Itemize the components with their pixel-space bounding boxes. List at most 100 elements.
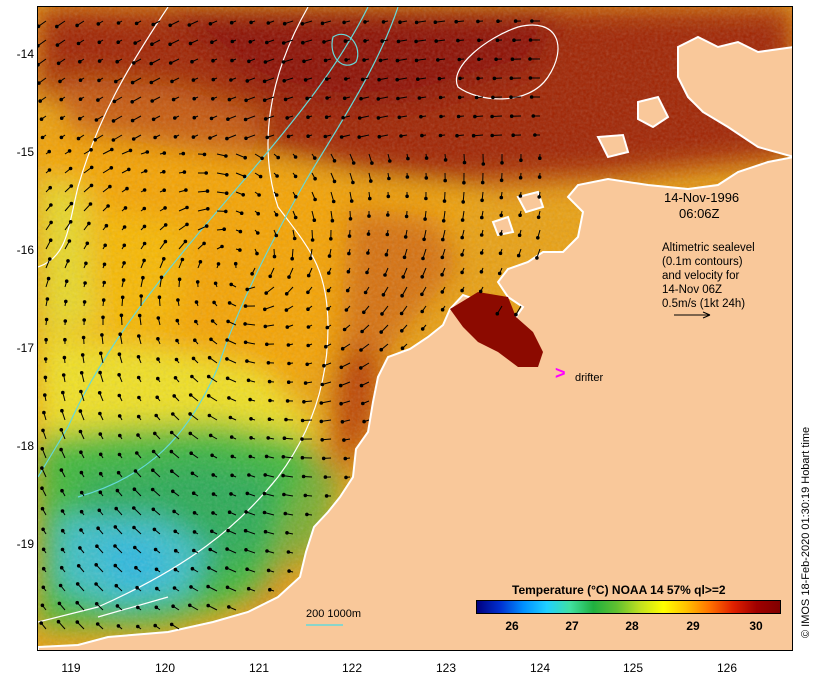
velocity-arrow-head [440,255,445,260]
velocity-arrow-head [263,307,267,312]
velocity-arrow-head [406,156,410,161]
velocity-arrow-head [402,255,407,260]
velocity-arrow-head [319,419,324,424]
velocity-arrow-head [327,254,332,258]
velocity-arrow-head [137,313,142,318]
velocity-arrow-head [227,301,232,305]
velocity-arrow-head [209,116,214,121]
velocity-arrow-head [433,20,438,24]
velocity-arrow-head [377,134,382,139]
velocity-arrow-head [329,237,333,241]
velocity-arrow-head [395,77,400,82]
velocity-arrow-head [42,410,46,415]
velocity-arrow-head [424,196,428,201]
velocity-arrow-head [529,95,534,99]
temperature-colorbar [476,600,781,614]
velocity-arrow-head [281,455,286,459]
velocity-arrow-head [101,298,106,302]
velocity-arrow-head [156,337,160,341]
velocity-arrow-head [342,20,346,25]
velocity-arrow-head [79,509,84,514]
velocity-arrow-head [492,76,497,81]
velocity-arrow-head [162,188,166,192]
velocity-arrow-head [43,357,48,361]
velocity-arrow-head [141,275,145,280]
velocity-arrow-head [258,174,263,179]
velocity-arrow-head [293,215,298,220]
velocity-arrow-head [388,159,392,163]
velocity-arrow-head [210,453,214,458]
velocity-arrow-head [132,487,137,492]
velocity-arrow-head [225,338,229,342]
velocity-arrow-head [40,603,45,608]
velocity-arrow-head [229,435,234,439]
velocity-arrow-head [266,436,270,440]
velocity-arrow-head [414,20,419,25]
velocity-arrow-head [512,38,516,43]
velocity-arrow-head [49,220,53,225]
velocity-arrow-head [96,526,100,531]
velocity-arrow-head [262,98,267,102]
velocity-arrow-head [476,76,480,81]
velocity-arrow-head [110,147,114,152]
velocity-arrow-head [262,79,267,84]
velocity-arrow-head [302,400,306,404]
velocity-arrow-head [76,41,81,46]
velocity-arrow-head [274,213,279,217]
velocity-arrow-head [476,19,480,24]
velocity-arrow-head [59,447,63,452]
velocity-arrow-head [188,41,193,46]
velocity-arrow-head [276,155,280,160]
velocity-arrow-head [172,394,176,398]
velocity-arrow-head [60,509,65,513]
velocity-arrow-head [100,333,104,337]
velocity-arrow-head [145,150,150,154]
velocity-arrow-head [106,204,110,208]
velocity-arrow-head [151,507,156,512]
velocity-arrow-head [96,22,101,26]
velocity-arrow-head [150,487,155,492]
velocity-arrow-head [150,42,154,47]
velocity-arrow-head [134,21,139,26]
velocity-arrow-head [117,393,122,398]
velocity-arrow-head [168,42,172,47]
velocity-arrow-head [518,175,523,180]
velocity-arrow-head [170,469,174,474]
velocity-arrow-head [282,492,286,497]
velocity-arrow-head [59,565,64,570]
velocity-arrow-head [130,80,135,85]
velocity-arrow-head [331,199,336,204]
velocity-arrow-head [190,59,194,64]
velocity-arrow-head [537,175,542,179]
velocity-arrow-head [75,23,79,28]
velocity-arrow-head [56,619,61,624]
velocity-arrow-head [381,293,386,297]
velocity-arrow-head [226,319,230,324]
velocity-arrow-head [342,327,347,332]
lat-tick: -14 [16,47,34,61]
velocity-arrow-head [205,189,210,193]
velocity-arrow-head [225,547,229,551]
velocity-arrow-head [120,295,125,300]
altimetry-line-1: Altimetric sealevel [662,242,755,254]
velocity-arrow-head [190,471,195,476]
velocity-arrow-head [344,475,348,480]
velocity-arrow-head [248,40,253,44]
velocity-arrow-head [282,79,286,83]
velocity-arrow-head [109,166,114,170]
lon-tick: 122 [341,661,363,675]
velocity-arrow-head [78,409,83,413]
velocity-arrow-head [344,308,349,312]
velocity-arrow-head [306,290,310,295]
velocity-arrow-head [238,248,242,252]
velocity-arrow-head [479,251,484,255]
velocity-arrow-head [471,133,476,138]
velocity-arrow-head [238,229,243,234]
velocity-arrow-head [63,337,67,342]
velocity-arrow-head [136,375,141,380]
velocity-arrow-head [537,195,542,199]
velocity-arrow-head [263,117,268,121]
velocity-arrow-head [143,169,148,173]
velocity-arrow-head [209,337,213,342]
velocity-arrow-head [152,527,157,532]
